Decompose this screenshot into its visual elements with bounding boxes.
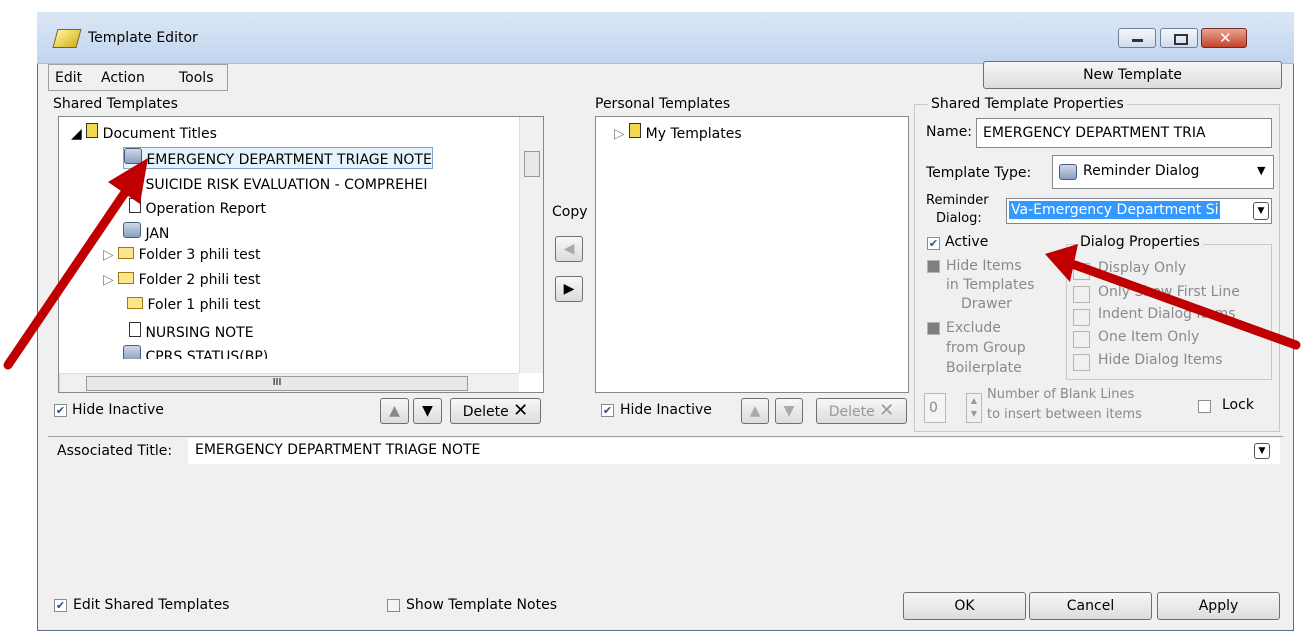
arrow-left xyxy=(3,158,148,370)
arrow-right xyxy=(1045,244,1301,350)
arrow-left-shaft xyxy=(3,180,135,370)
annotation-arrows xyxy=(3,158,1301,370)
arrow-left-head-icon xyxy=(108,158,148,204)
arrow-right-shaft xyxy=(1070,260,1301,350)
arrow-right-head-icon xyxy=(1045,244,1078,282)
